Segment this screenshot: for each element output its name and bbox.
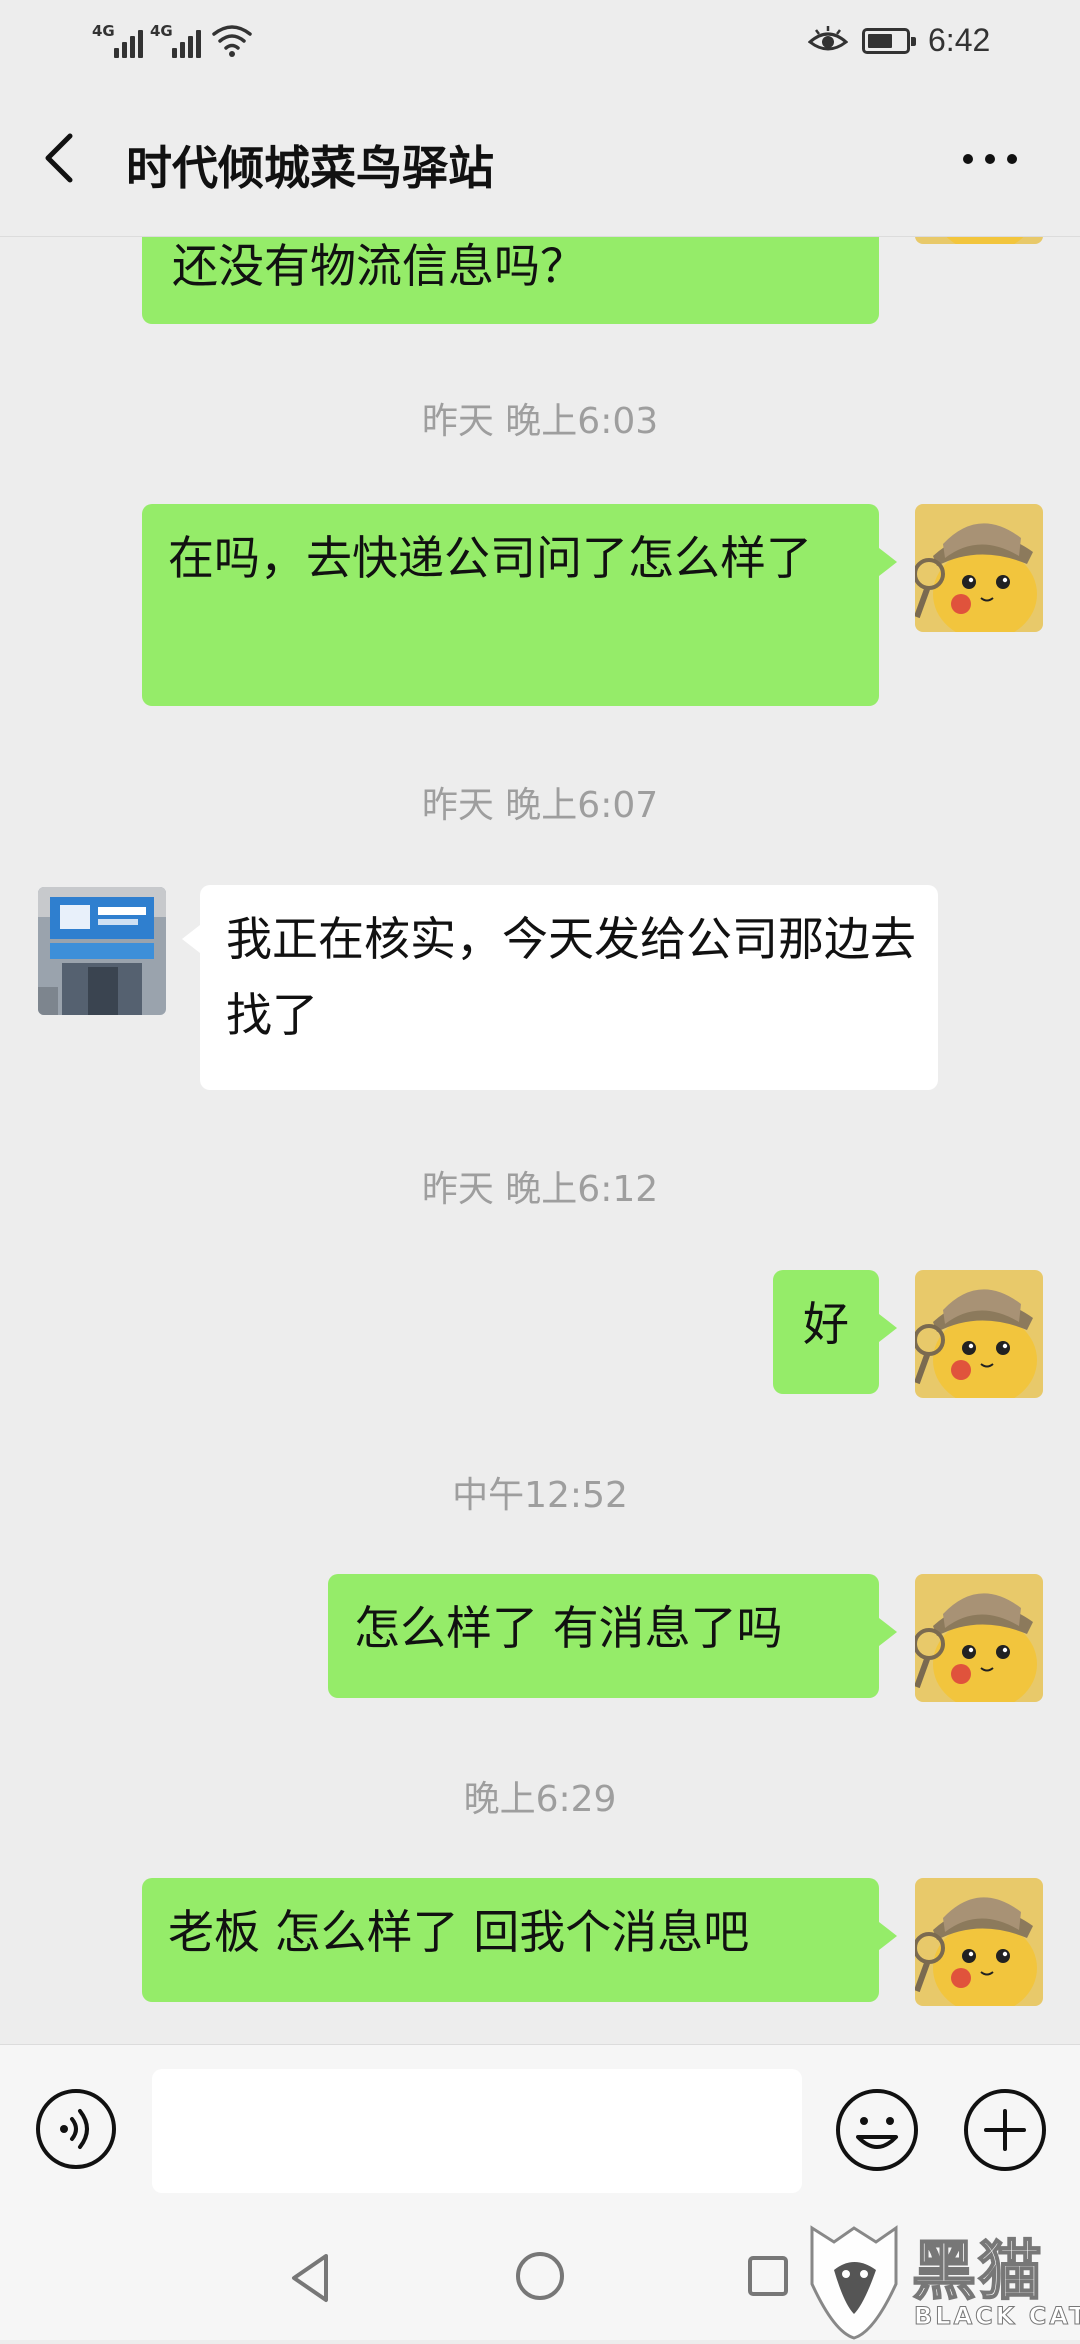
timestamp: 中午12:52 [452,1475,628,1516]
my-avatar[interactable] [915,1270,1043,1398]
more-dots-icon[interactable] [960,134,1020,184]
contact-avatar[interactable] [38,887,166,1015]
nav-recent-icon[interactable] [744,2252,792,2300]
timestamp: 昨天 晚上6:03 [421,401,659,442]
battery-icon [862,28,916,54]
watermark-text-en: BLACK CAT [913,2302,1080,2331]
message-text: 还没有物流信息吗？ [172,239,586,293]
message-text: 好 [803,1297,849,1351]
status-clock: 6:42 [928,22,991,58]
timestamp: 晚上6:29 [463,1779,617,1820]
message-text: 老板 怎么样了 回我个消息吧 [168,1905,750,1959]
outgoing-message-bubble[interactable]: 老板 怎么样了 回我个消息吧 [142,1878,897,2002]
network-type-label: 4G [150,22,173,40]
eye-comfort-icon [808,26,848,51]
message-text: 在吗，去快递公司问了怎么样了 [168,531,812,585]
signal-icon: 4G [92,22,148,58]
signal-icon: 4G [150,22,206,58]
network-type-label: 4G [92,22,115,40]
chat-title: 时代倾城菜鸟驿站 [126,141,494,195]
outgoing-message-bubble[interactable]: 好 [773,1270,897,1394]
timestamp: 昨天 晚上6:12 [421,1169,659,1210]
my-avatar[interactable] [915,1574,1043,1702]
timestamp: 昨天 晚上6:07 [421,785,659,826]
back-arrow-icon[interactable] [36,126,86,190]
chat-header: 时代倾城菜鸟驿站 [0,84,1080,237]
nav-home-icon[interactable] [514,2250,566,2302]
voice-icon[interactable] [34,2087,118,2171]
status-bar: 4G 4G 6:42 [0,0,1080,84]
emoji-icon[interactable] [834,2087,920,2173]
outgoing-message-bubble[interactable]: 在吗，去快递公司问了怎么样了 [142,504,897,706]
my-avatar[interactable] [915,504,1043,632]
watermark-text-cn: 黑猫 [911,2234,1044,2310]
my-avatar[interactable] [915,1878,1043,2006]
nav-back-icon[interactable] [286,2250,334,2306]
plus-icon[interactable] [962,2087,1048,2173]
outgoing-message-bubble[interactable]: 怎么样了 有消息了吗 [328,1574,897,1698]
message-text: 我正在核实，今天发给公司那边去找了 [226,912,916,1042]
wifi-icon [212,25,252,57]
incoming-message-bubble[interactable]: 我正在核实，今天发给公司那边去找了 [182,885,938,1090]
black-cat-watermark: 黑猫 BLACK CAT [804,2214,1080,2340]
message-input[interactable] [152,2069,802,2193]
message-text: 怎么样了 有消息了吗 [354,1601,783,1655]
chat-input-bar [0,2044,1080,2221]
